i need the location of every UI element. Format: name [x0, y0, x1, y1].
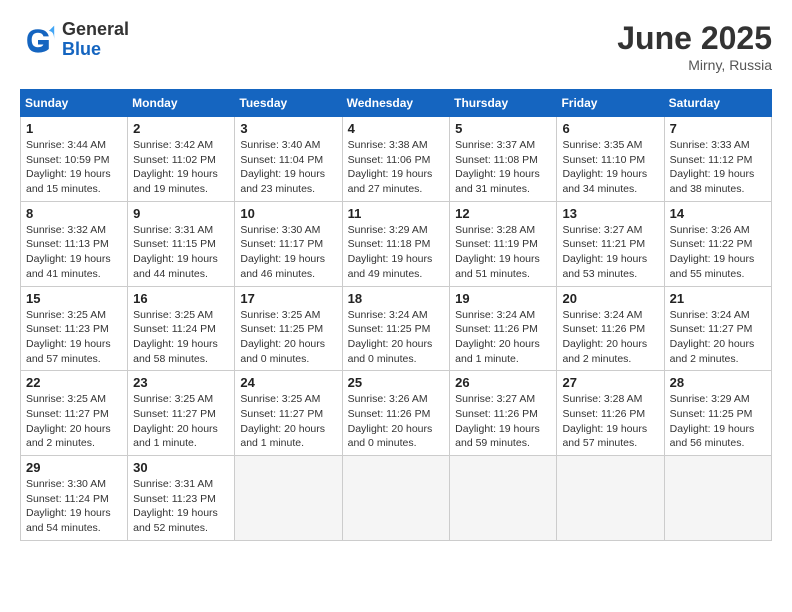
day-cell: 12 Sunrise: 3:28 AMSunset: 11:19 PMDayli…: [450, 201, 557, 286]
day-cell: 21 Sunrise: 3:24 AMSunset: 11:27 PMDayli…: [664, 286, 771, 371]
logo-general-text: General: [62, 20, 129, 40]
day-cell: 11 Sunrise: 3:29 AMSunset: 11:18 PMDayli…: [342, 201, 450, 286]
day-cell: 8 Sunrise: 3:32 AMSunset: 11:13 PMDaylig…: [21, 201, 128, 286]
day-cell: 22 Sunrise: 3:25 AMSunset: 11:27 PMDayli…: [21, 371, 128, 456]
calendar-header-row: Sunday Monday Tuesday Wednesday Thursday…: [21, 90, 772, 117]
day-cell: 7 Sunrise: 3:33 AMSunset: 11:12 PMDaylig…: [664, 117, 771, 202]
day-cell-empty: [557, 456, 664, 541]
location-text: Mirny, Russia: [617, 57, 772, 73]
day-cell: 27 Sunrise: 3:28 AMSunset: 11:26 PMDayli…: [557, 371, 664, 456]
day-cell-empty: [450, 456, 557, 541]
logo-icon: [20, 22, 56, 58]
day-cell: 20 Sunrise: 3:24 AMSunset: 11:26 PMDayli…: [557, 286, 664, 371]
day-cell: 18 Sunrise: 3:24 AMSunset: 11:25 PMDayli…: [342, 286, 450, 371]
col-friday: Friday: [557, 90, 664, 117]
col-sunday: Sunday: [21, 90, 128, 117]
day-cell: 3 Sunrise: 3:40 AMSunset: 11:04 PMDaylig…: [235, 117, 342, 202]
day-cell: 16 Sunrise: 3:25 AMSunset: 11:24 PMDayli…: [128, 286, 235, 371]
day-cell: 4 Sunrise: 3:38 AMSunset: 11:06 PMDaylig…: [342, 117, 450, 202]
day-cell: 28 Sunrise: 3:29 AMSunset: 11:25 PMDayli…: [664, 371, 771, 456]
logo: General Blue: [20, 20, 129, 60]
day-cell-empty: [664, 456, 771, 541]
day-cell-empty: [342, 456, 450, 541]
logo-blue-text: Blue: [62, 40, 129, 60]
day-cell: 19 Sunrise: 3:24 AMSunset: 11:26 PMDayli…: [450, 286, 557, 371]
day-cell: 5 Sunrise: 3:37 AMSunset: 11:08 PMDaylig…: [450, 117, 557, 202]
table-row: 1 Sunrise: 3:44 AMSunset: 10:59 PMDaylig…: [21, 117, 772, 202]
day-cell: 24 Sunrise: 3:25 AMSunset: 11:27 PMDayli…: [235, 371, 342, 456]
day-cell: 9 Sunrise: 3:31 AMSunset: 11:15 PMDaylig…: [128, 201, 235, 286]
table-row: 8 Sunrise: 3:32 AMSunset: 11:13 PMDaylig…: [21, 201, 772, 286]
page-header: General Blue June 2025 Mirny, Russia: [20, 20, 772, 73]
table-row: 22 Sunrise: 3:25 AMSunset: 11:27 PMDayli…: [21, 371, 772, 456]
col-wednesday: Wednesday: [342, 90, 450, 117]
table-row: 29 Sunrise: 3:30 AMSunset: 11:24 PMDayli…: [21, 456, 772, 541]
calendar-table: Sunday Monday Tuesday Wednesday Thursday…: [20, 89, 772, 541]
col-monday: Monday: [128, 90, 235, 117]
col-thursday: Thursday: [450, 90, 557, 117]
day-cell: 17 Sunrise: 3:25 AMSunset: 11:25 PMDayli…: [235, 286, 342, 371]
day-cell: 26 Sunrise: 3:27 AMSunset: 11:26 PMDayli…: [450, 371, 557, 456]
day-cell: 30 Sunrise: 3:31 AMSunset: 11:23 PMDayli…: [128, 456, 235, 541]
day-cell: 13 Sunrise: 3:27 AMSunset: 11:21 PMDayli…: [557, 201, 664, 286]
day-cell: 2 Sunrise: 3:42 AMSunset: 11:02 PMDaylig…: [128, 117, 235, 202]
day-cell: 23 Sunrise: 3:25 AMSunset: 11:27 PMDayli…: [128, 371, 235, 456]
day-cell: 6 Sunrise: 3:35 AMSunset: 11:10 PMDaylig…: [557, 117, 664, 202]
day-cell: 15 Sunrise: 3:25 AMSunset: 11:23 PMDayli…: [21, 286, 128, 371]
day-cell: 10 Sunrise: 3:30 AMSunset: 11:17 PMDayli…: [235, 201, 342, 286]
month-title: June 2025: [617, 20, 772, 57]
title-block: June 2025 Mirny, Russia: [617, 20, 772, 73]
col-saturday: Saturday: [664, 90, 771, 117]
day-cell: 25 Sunrise: 3:26 AMSunset: 11:26 PMDayli…: [342, 371, 450, 456]
col-tuesday: Tuesday: [235, 90, 342, 117]
day-cell: 1 Sunrise: 3:44 AMSunset: 10:59 PMDaylig…: [21, 117, 128, 202]
day-cell-empty: [235, 456, 342, 541]
day-cell: 29 Sunrise: 3:30 AMSunset: 11:24 PMDayli…: [21, 456, 128, 541]
day-cell: 14 Sunrise: 3:26 AMSunset: 11:22 PMDayli…: [664, 201, 771, 286]
table-row: 15 Sunrise: 3:25 AMSunset: 11:23 PMDayli…: [21, 286, 772, 371]
